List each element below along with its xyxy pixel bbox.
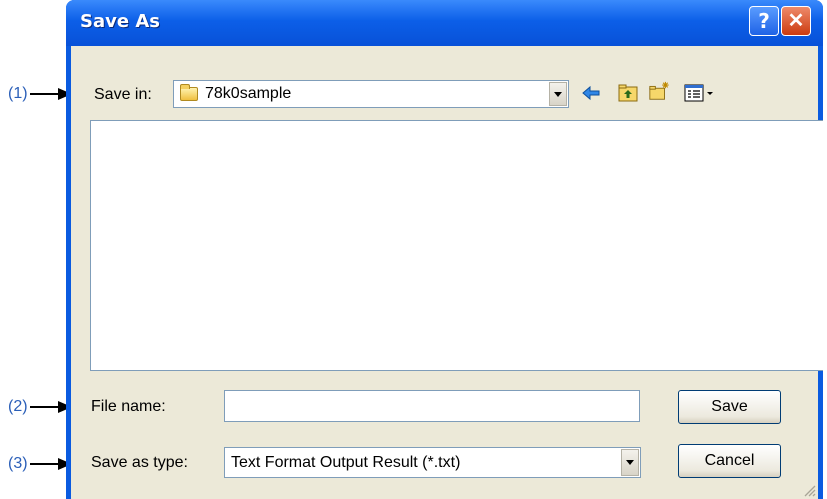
help-icon: ?	[758, 9, 770, 33]
callout-arrow-line	[29, 406, 58, 408]
callout-label-3: (3)	[8, 455, 28, 472]
save-in-label: Save in:	[94, 86, 152, 103]
folder-icon	[180, 84, 198, 101]
chevron-down-icon	[554, 91, 562, 97]
save-as-type-value: Text Format Output Result (*.txt)	[231, 454, 461, 471]
callout-3: (3)	[8, 455, 72, 473]
save-as-type-label: Save as type:	[91, 454, 188, 471]
help-button[interactable]: ?	[749, 6, 779, 36]
save-as-dialog: Save As ? ✕ Save in: 78k0sample File nam…	[66, 0, 823, 499]
callout-label-1: (1)	[8, 85, 28, 102]
callout-label-2: (2)	[8, 398, 28, 415]
save-as-type-dropdown-button[interactable]	[621, 449, 639, 476]
resize-grip-icon[interactable]	[802, 483, 816, 497]
cancel-button[interactable]: Cancel	[678, 444, 781, 478]
dialog-client-area: Save in: 78k0sample File name: Save as t…	[71, 46, 823, 499]
callout-arrow-line	[29, 463, 58, 465]
chevron-down-icon	[626, 460, 634, 465]
back-arrow-icon[interactable]	[580, 82, 602, 104]
callout-1: (1)	[8, 85, 72, 103]
save-in-dropdown-button[interactable]	[549, 82, 567, 106]
title-bar[interactable]: Save As ? ✕	[66, 0, 823, 46]
file-name-label: File name:	[91, 398, 166, 415]
view-menu-icon[interactable]	[683, 82, 717, 104]
callout-2: (2)	[8, 398, 72, 416]
save-button-label: Save	[711, 398, 748, 415]
cancel-button-label: Cancel	[704, 452, 755, 469]
save-button[interactable]: Save	[678, 390, 781, 424]
close-button[interactable]: ✕	[781, 6, 811, 36]
new-folder-icon[interactable]	[648, 80, 670, 102]
window-title: Save As	[80, 11, 160, 32]
up-folder-icon[interactable]	[617, 82, 639, 104]
callout-arrow-line	[29, 93, 58, 95]
save-in-dropdown[interactable]: 78k0sample	[173, 80, 569, 108]
save-in-value: 78k0sample	[205, 85, 292, 102]
save-as-type-dropdown[interactable]: Text Format Output Result (*.txt)	[224, 447, 641, 478]
close-icon: ✕	[787, 10, 805, 32]
file-name-input[interactable]	[224, 390, 640, 422]
file-list-view[interactable]	[90, 120, 823, 371]
